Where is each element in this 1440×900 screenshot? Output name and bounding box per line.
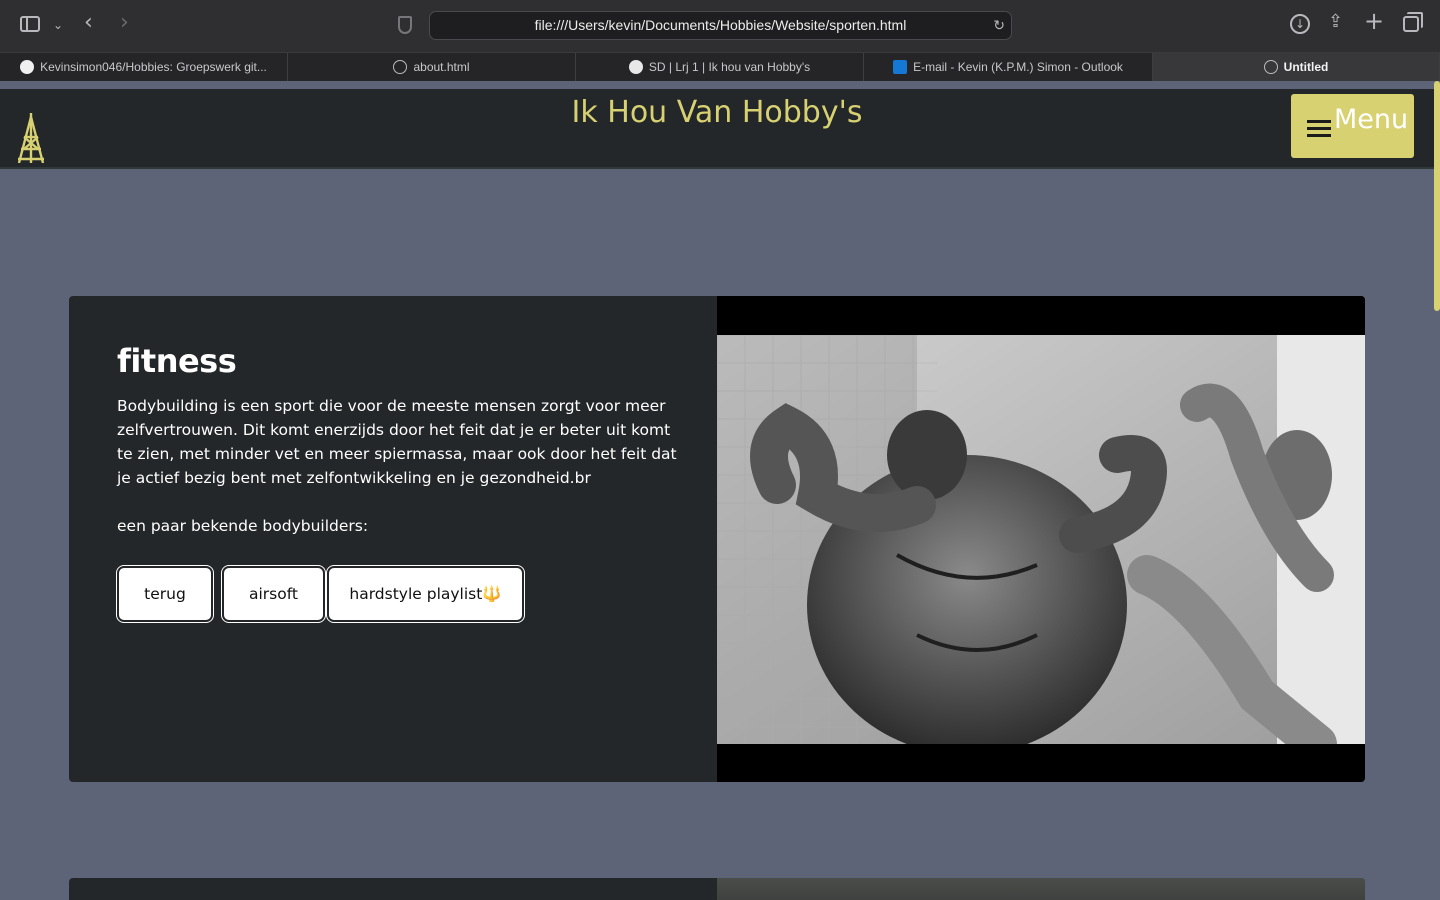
tab-github[interactable]: Kevinsimon046/Hobbies: Groepswerk git... <box>0 53 288 81</box>
browser-toolbar: ⌄ ‹ › file:///Users/kevin/Documents/Hobb… <box>0 0 1440 52</box>
menu-button[interactable]: Menu <box>1291 94 1414 158</box>
forward-arrow-icon[interactable]: › <box>120 12 129 34</box>
tab-bar: Kevinsimon046/Hobbies: Groepswerk git...… <box>0 52 1440 81</box>
github-icon <box>20 60 35 74</box>
scrollbar-thumb[interactable] <box>1434 81 1440 311</box>
back-button[interactable]: terug <box>116 565 214 623</box>
second-card-photo <box>717 878 1365 900</box>
address-bar[interactable]: file:///Users/kevin/Documents/Hobbies/We… <box>429 11 1012 40</box>
card-title: fitness <box>117 342 237 380</box>
tab-untitled[interactable]: Untitled <box>1153 53 1440 81</box>
card-text: fitness Bodybuilding is een sport die vo… <box>117 342 677 538</box>
downloads-icon[interactable]: ↓ <box>1290 14 1310 34</box>
compass-icon <box>1263 60 1278 74</box>
menu-label: Menu <box>1334 104 1409 135</box>
sidebar-toggle-icon[interactable] <box>20 16 40 32</box>
hamburger-icon <box>1307 120 1331 138</box>
tab-label: E-mail - Kevin (K.P.M.) Simon - Outlook <box>913 60 1123 74</box>
address-bar-url: file:///Users/kevin/Documents/Hobbies/We… <box>534 17 907 33</box>
tab-outlook[interactable]: E-mail - Kevin (K.P.M.) Simon - Outlook <box>864 53 1153 81</box>
tab-label: SD | Lrj 1 | Ik hou van Hobby's <box>648 60 811 74</box>
compass-icon <box>393 60 408 74</box>
bodybuilder-photo <box>717 335 1365 744</box>
tab-label: about.html <box>413 60 470 74</box>
fitness-card: fitness Bodybuilding is een sport die vo… <box>69 296 1365 782</box>
share-icon[interactable]: ⇪ <box>1328 12 1343 32</box>
page-scrollbar[interactable] <box>1434 81 1440 900</box>
card-body: Bodybuilding is een sport die voor de me… <box>117 397 677 487</box>
globe-icon <box>628 60 643 74</box>
tab-about[interactable]: about.html <box>288 53 576 81</box>
second-card <box>69 878 1365 900</box>
reload-icon[interactable]: ↻ <box>993 12 1005 39</box>
site-title: Ik Hou Van Hobby's <box>571 95 863 130</box>
airsoft-button[interactable]: airsoft <box>221 565 326 623</box>
tab-overview-icon[interactable] <box>1403 12 1423 32</box>
site-header: Ik Hou Van Hobby's Menu <box>0 89 1434 169</box>
chevron-down-icon[interactable]: ⌄ <box>53 15 63 35</box>
tab-label: Kevinsimon046/Hobbies: Groepswerk git... <box>40 60 267 74</box>
hardstyle-playlist-button[interactable]: hardstyle playlist🔱 <box>326 565 525 623</box>
card-photo-frame <box>717 296 1365 782</box>
card-subtitle: een paar bekende bodybuilders: <box>117 517 369 535</box>
tab-sd[interactable]: SD | Lrj 1 | Ik hou van Hobby's <box>576 53 864 81</box>
outlook-icon <box>893 60 908 74</box>
tab-label: Untitled <box>1283 60 1329 74</box>
page-viewport: Ik Hou Van Hobby's Menu fitness Bodybuil… <box>0 81 1440 900</box>
back-arrow-icon[interactable]: ‹ <box>84 12 93 34</box>
new-tab-icon[interactable]: + <box>1364 9 1384 33</box>
privacy-shield-icon[interactable] <box>398 16 412 34</box>
